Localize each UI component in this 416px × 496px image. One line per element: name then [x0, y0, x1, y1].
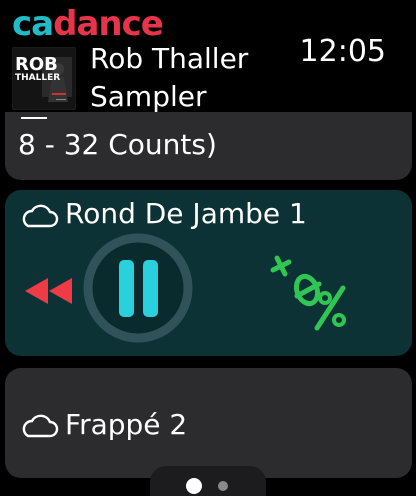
album-cover: ROB THALLER: [12, 47, 76, 110]
now-playing-title-line2: Sampler: [90, 80, 207, 113]
pause-icon: [119, 260, 134, 317]
page-indicator: [150, 466, 266, 496]
now-playing-title-line1: Rob Thaller: [90, 42, 249, 75]
rewind-icon[interactable]: [21, 276, 75, 306]
cover-rob-text: ROB: [15, 54, 58, 75]
track-label: 8 - 32 Counts): [18, 128, 217, 161]
tempo-button[interactable]: [263, 248, 363, 342]
track-item[interactable]: Frappé 2: [5, 368, 412, 478]
page-dot[interactable]: [218, 481, 228, 491]
track-label: Frappé 2: [65, 408, 188, 441]
cloud-icon: [21, 117, 47, 119]
page-dot-active[interactable]: [186, 478, 202, 494]
cover-thaller-text: THALLER: [15, 73, 60, 83]
album-cover-art: ROB THALLER: [12, 47, 76, 110]
track-label: Rond De Jambe 1: [65, 197, 307, 230]
pause-button[interactable]: [82, 232, 194, 344]
cloud-icon: [22, 414, 59, 438]
track-item-active[interactable]: Rond De Jambe 1: [5, 190, 412, 356]
track-item[interactable]: 8 - 32 Counts): [5, 112, 412, 180]
clock: 12:05: [299, 34, 386, 69]
now-playing-title: Rob Thaller Sampler: [90, 40, 248, 116]
cloud-icon: [22, 204, 59, 228]
